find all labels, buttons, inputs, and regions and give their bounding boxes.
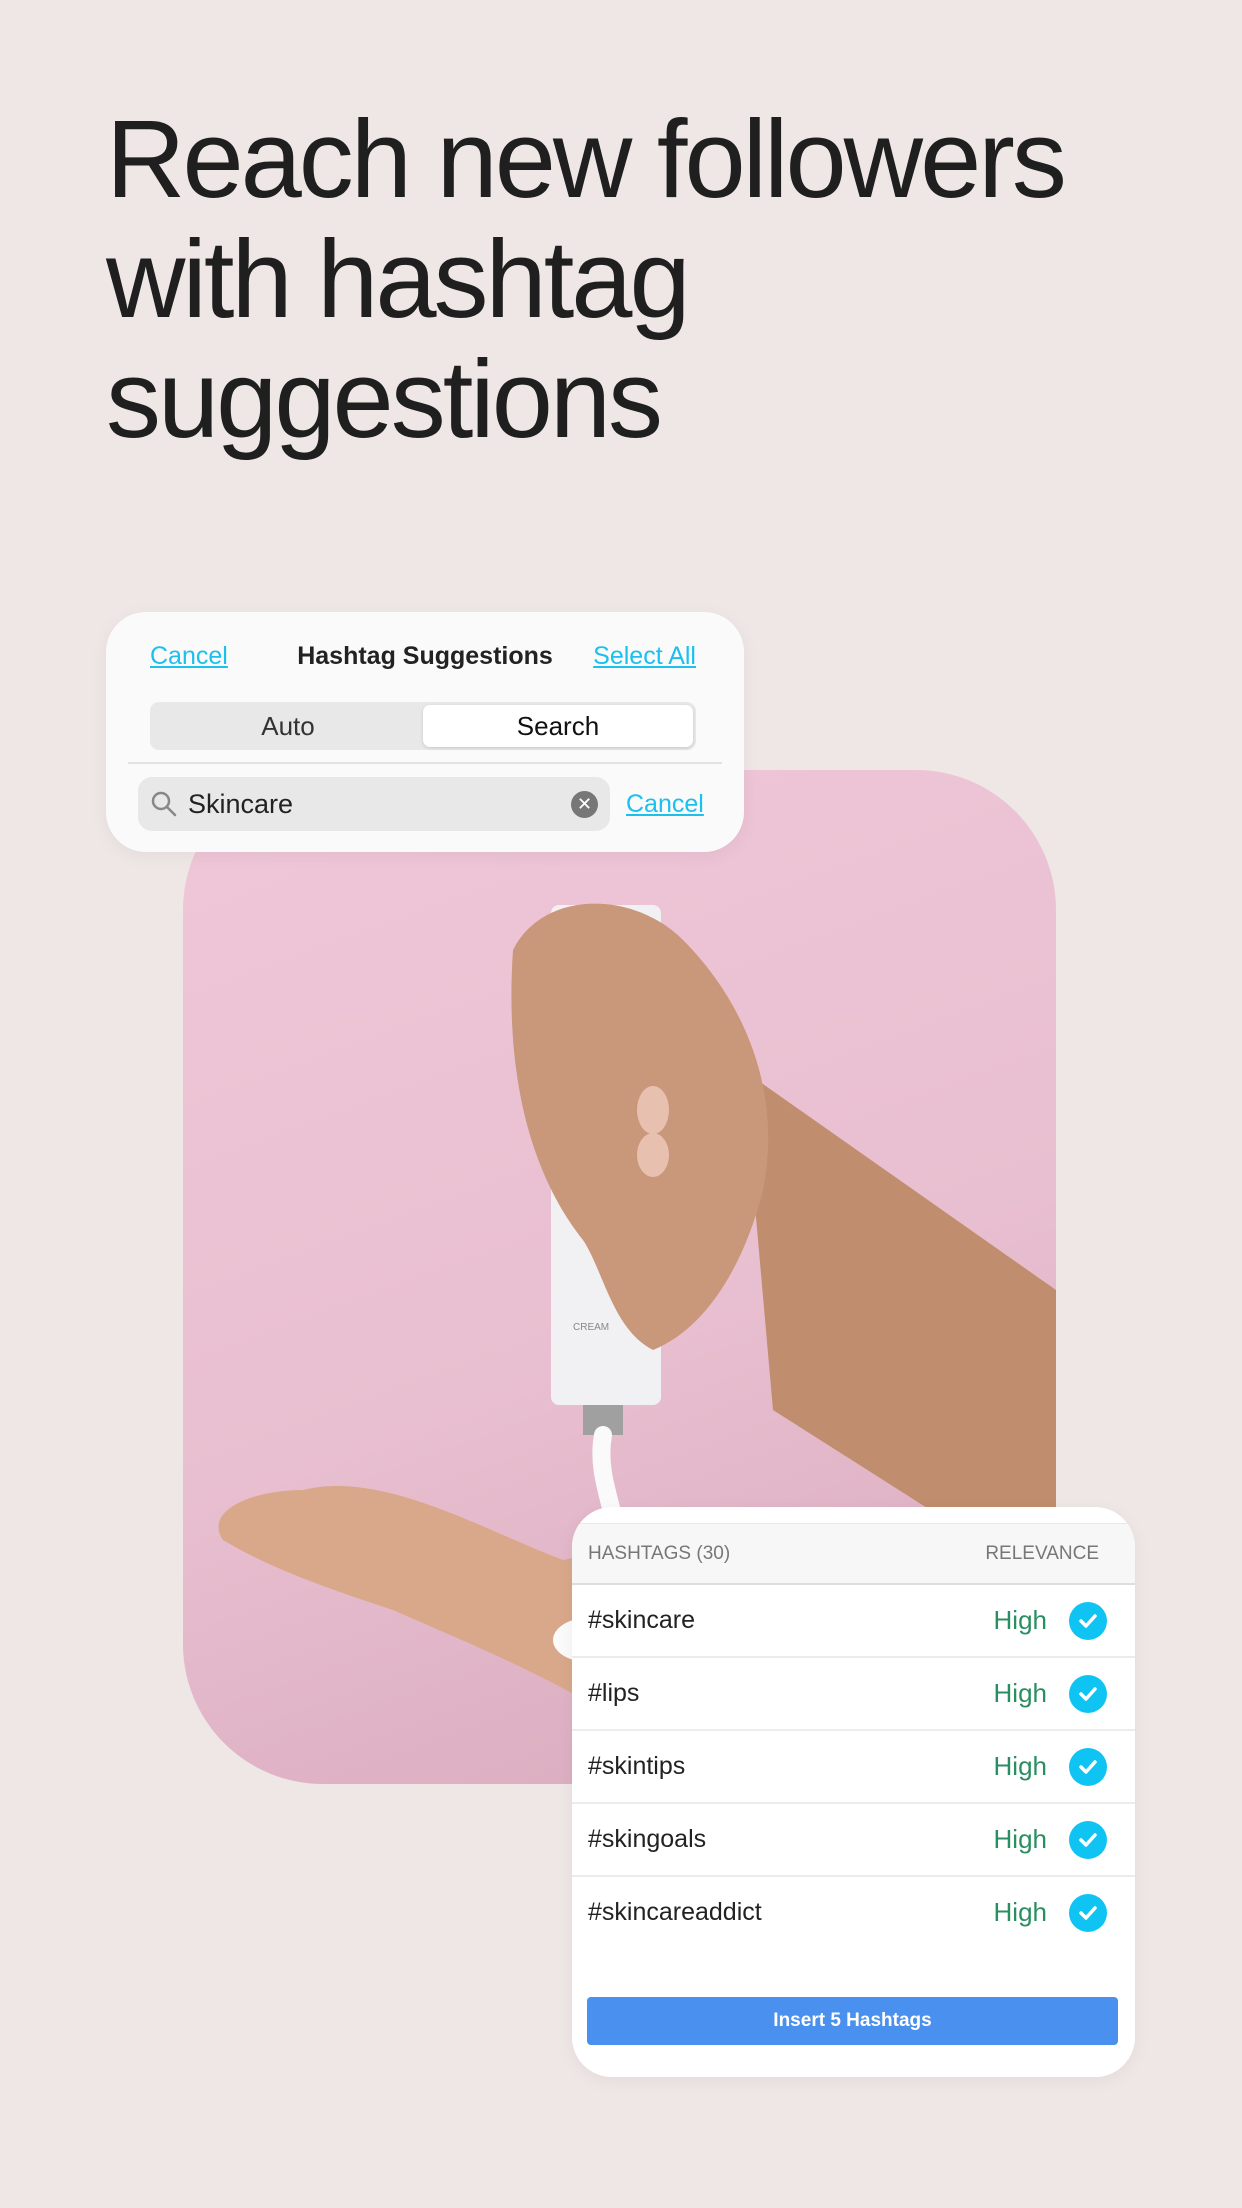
table-header: HASHTAGS (30) RELEVANCE: [572, 1523, 1135, 1585]
relevance-label: High: [993, 1824, 1047, 1854]
select-all-button[interactable]: Select All: [593, 642, 696, 671]
relevance-label: High: [993, 1678, 1047, 1708]
relevance-label: High: [993, 1605, 1047, 1635]
hashtag-suggestions-dialog: Cancel Hashtag Suggestions Select All Au…: [106, 612, 744, 852]
table-row[interactable]: #skincareaddict High: [572, 1877, 1135, 1950]
hashtag-label: #skingoals: [588, 1825, 707, 1853]
search-icon: [151, 791, 177, 817]
relevance-label: High: [993, 1751, 1047, 1781]
checkmark-icon[interactable]: [1069, 1601, 1107, 1640]
segment-auto[interactable]: Auto: [153, 705, 423, 747]
divider: [128, 762, 722, 764]
hashtag-label: #lips: [588, 1679, 640, 1707]
table-row[interactable]: #lips High: [572, 1658, 1135, 1731]
checkmark-icon[interactable]: [1069, 1747, 1107, 1786]
table-row[interactable]: #skintips High: [572, 1731, 1135, 1804]
headline: Reach new followers with hashtag suggest…: [106, 98, 1067, 461]
tube-label: CREAM: [573, 1322, 609, 1333]
search-input[interactable]: Skincare ✕: [138, 777, 610, 831]
header-hashtags: HASHTAGS (30): [588, 1542, 731, 1564]
insert-hashtags-button[interactable]: Insert 5 Hashtags: [587, 1997, 1118, 2045]
segment-search[interactable]: Search: [423, 705, 693, 747]
table-row[interactable]: #skincare High: [572, 1585, 1135, 1658]
hashtag-label: #skintips: [588, 1752, 686, 1780]
relevance-label: High: [993, 1897, 1047, 1927]
header-relevance: RELEVANCE: [985, 1542, 1099, 1564]
checkmark-icon[interactable]: [1069, 1893, 1107, 1932]
mode-segmented-control: Auto Search: [150, 702, 696, 750]
search-cancel-button[interactable]: Cancel: [626, 790, 704, 819]
checkmark-icon[interactable]: [1069, 1820, 1107, 1859]
table-row[interactable]: #skingoals High: [572, 1804, 1135, 1877]
hashtag-label: #skincare: [588, 1606, 695, 1634]
hashtag-results-panel: HASHTAGS (30) RELEVANCE #skincare High #li…: [572, 1507, 1135, 2077]
clear-search-icon[interactable]: ✕: [571, 790, 598, 818]
hashtag-label: #skincareaddict: [588, 1898, 762, 1926]
search-value: Skincare: [188, 788, 294, 819]
checkmark-icon[interactable]: [1069, 1674, 1107, 1713]
